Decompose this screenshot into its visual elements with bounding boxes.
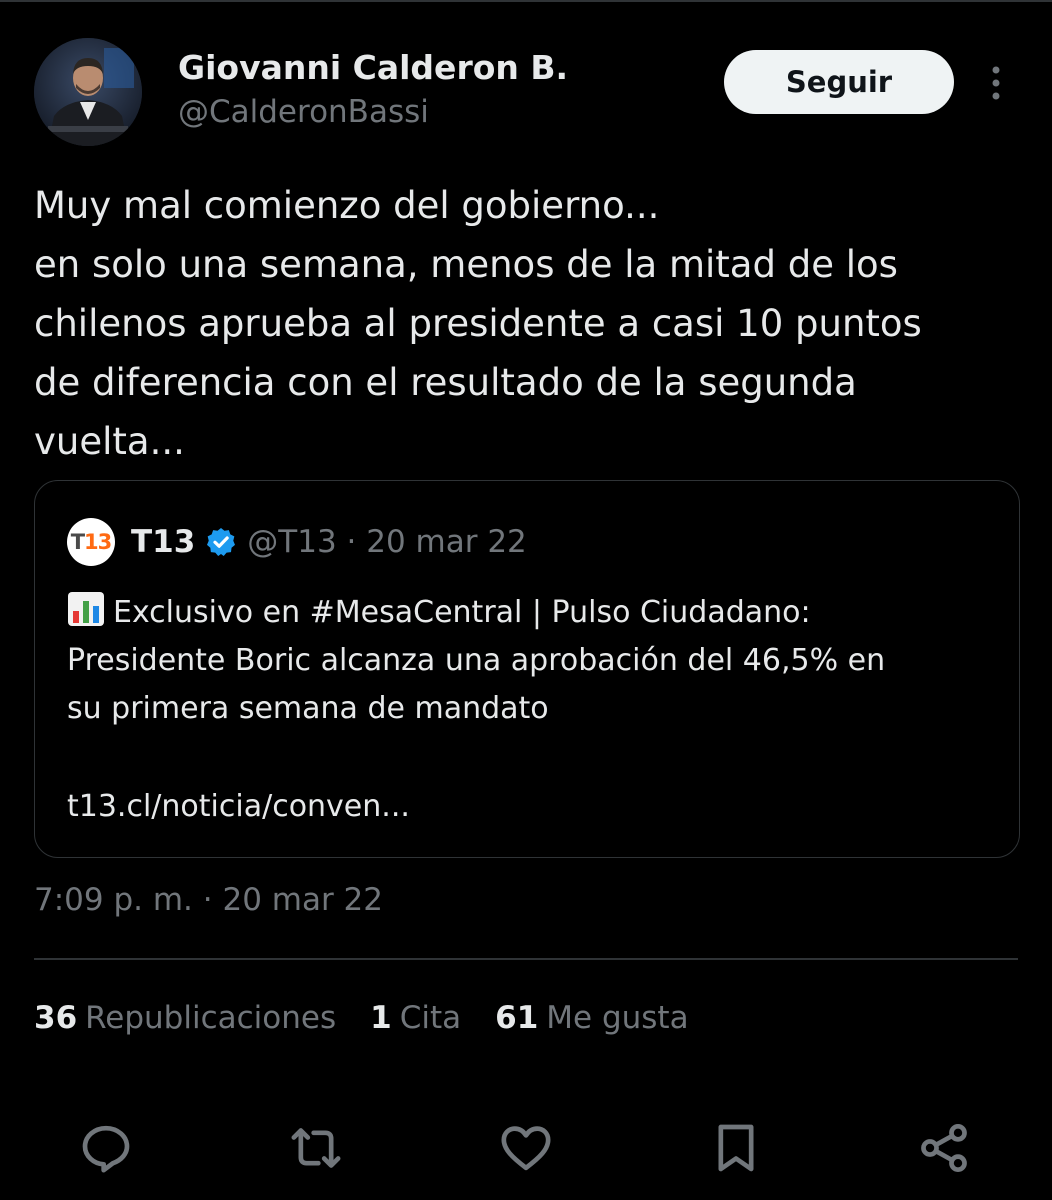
like-button[interactable] [496,1118,556,1178]
follow-button[interactable]: Seguir [724,50,954,114]
quoted-line-text: Exclusivo en #MesaCentral | Pulso Ciudad… [113,595,811,630]
repost-icon [291,1128,341,1168]
tweet-line: chilenos aprueba al presidente a casi 10… [34,302,922,345]
quoted-line: su primera semana de mandato [67,691,549,726]
quotes-label: Cita [399,1000,462,1036]
engagement-stats: 36 Republicaciones 1 Cita 61 Me gusta [34,1000,723,1036]
quoted-author-name[interactable]: T13 [131,524,195,560]
quoted-line: Presidente Boric alcanza una aprobación … [67,643,886,678]
tweet-line: Muy mal comienzo del gobierno... [34,184,660,227]
t13-logo-13: 13 [84,530,112,554]
repost-button[interactable] [286,1118,346,1178]
reposts-count: 36 [34,1000,78,1036]
quoted-link[interactable]: t13.cl/noticia/conven... [67,783,410,831]
reposts-stat[interactable]: 36 Republicaciones [34,1000,336,1036]
top-divider [0,0,1052,2]
bar-chart-emoji-icon [68,592,104,626]
tweet-text: Muy mal comienzo del gobierno... en solo… [34,176,1024,471]
author-display-name[interactable]: Giovanni Calderon B. [178,48,568,88]
likes-label: Me gusta [546,1000,689,1036]
likes-stat[interactable]: 61 Me gusta [495,1000,688,1036]
avatar-photo-icon [34,38,142,146]
reposts-label: Republicaciones [85,1000,337,1036]
t13-logo[interactable]: T 13 [67,518,115,566]
share-icon [921,1123,967,1173]
tweet-timestamp[interactable]: 7:09 p. m. · 20 mar 22 [34,882,383,918]
more-vertical-icon[interactable] [984,62,1008,104]
divider [34,958,1018,960]
quoted-handle-date: @T13 · 20 mar 22 [247,524,527,560]
bookmark-button[interactable] [706,1118,766,1178]
tweet-header: Giovanni Calderon B. @CalderonBassi Segu… [34,38,1024,148]
likes-count: 61 [495,1000,539,1036]
quotes-stat[interactable]: 1 Cita [370,1000,461,1036]
share-button[interactable] [914,1118,974,1178]
quoted-header: T 13 T13 @T13 · 20 mar 22 [67,518,527,566]
author-handle[interactable]: @CalderonBassi [178,92,568,132]
reply-icon [82,1125,130,1173]
tweet-line: de diferencia con el resultado de la seg… [34,361,857,404]
action-bar [0,1108,1052,1188]
bookmark-icon [718,1124,754,1172]
quoted-tweet[interactable]: T 13 T13 @T13 · 20 mar 22 Exclusivo en #M… [34,480,1020,858]
verified-badge-icon [207,528,236,556]
avatar[interactable] [34,38,142,146]
reply-button[interactable] [76,1118,136,1178]
heart-icon [501,1126,551,1171]
quoted-line: Exclusivo en #MesaCentral | Pulso Ciudad… [67,589,997,637]
tweet-line: vuelta... [34,420,185,463]
quoted-text: Exclusivo en #MesaCentral | Pulso Ciudad… [67,589,997,733]
t13-logo-t: T [70,530,85,554]
tweet-line: en solo una semana, menos de la mitad de… [34,243,898,286]
quotes-count: 1 [370,1000,392,1036]
